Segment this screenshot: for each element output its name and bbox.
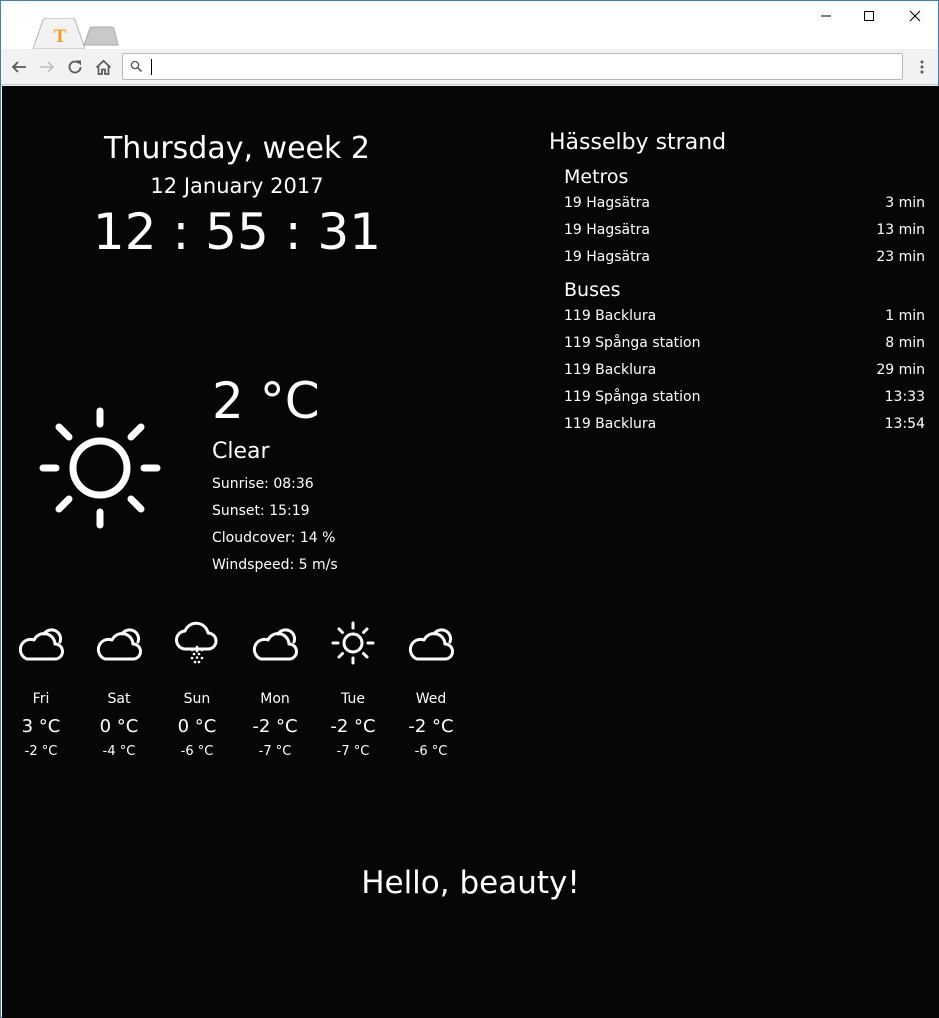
forward-button[interactable] [35, 55, 59, 79]
departure-destination: 119 Backlura [564, 416, 657, 432]
departure-row: 119 Spånga station 13:33 [564, 384, 925, 411]
new-tab-button[interactable] [83, 26, 119, 46]
forecast-day: Mon -2 °C -7 °C [236, 616, 314, 761]
forecast-day-name: Fri [32, 691, 50, 707]
forecast-low: -6 °C [414, 744, 448, 759]
forecast-low: -6 °C [180, 744, 214, 759]
maximize-icon [864, 11, 874, 21]
departure-destination: 119 Backlura [564, 362, 657, 378]
sunset: Sunset: 15:19 [212, 503, 310, 519]
active-tab[interactable]: T [33, 18, 85, 49]
close-button[interactable] [892, 1, 938, 31]
departure-time: 1 min [885, 308, 925, 324]
maximize-button[interactable] [846, 1, 892, 31]
title-bar: T [1, 1, 938, 49]
departure-destination: 119 Spånga station [564, 389, 701, 405]
departure-destination: 19 Hagsätra [564, 249, 650, 265]
departure-row: 119 Spånga station 8 min [564, 330, 925, 357]
forecast-day-name: Mon [260, 691, 290, 707]
departure-time: 13:33 [884, 389, 925, 405]
reload-button[interactable] [63, 55, 87, 79]
home-icon [95, 59, 111, 75]
departure-time: 3 min [885, 195, 925, 211]
partly-cloudy-icon [252, 628, 298, 661]
departure-row: 19 Hagsätra 13 min [564, 217, 925, 244]
forecast-low: -4 °C [102, 744, 136, 759]
departure-destination: 19 Hagsätra [564, 195, 650, 211]
tab-logo: T [54, 26, 67, 47]
forecast-day-name: Wed [415, 691, 447, 707]
partly-cloudy-icon [18, 628, 64, 661]
minimize-icon [821, 15, 831, 17]
forecast-day: Fri 3 °C -2 °C [2, 616, 80, 761]
forecast-high: -2 °C [408, 716, 454, 737]
menu-button[interactable] [911, 55, 933, 79]
departure-row: 119 Backlura 1 min [564, 303, 925, 330]
partly-cloudy-icon [408, 628, 454, 661]
forecast-high: -2 °C [252, 716, 298, 737]
departure-row: 19 Hagsätra 3 min [564, 190, 925, 217]
departure-time: 13:54 [884, 416, 925, 432]
reload-icon [68, 60, 82, 74]
clock: Thursday, week 2 12 January 2017 12 : 55… [62, 126, 412, 264]
date: 12 January 2017 [150, 174, 324, 198]
departure-time: 23 min [876, 249, 925, 265]
more-vert-icon [920, 60, 924, 74]
forecast-day-name: Tue [341, 691, 365, 707]
windspeed: Windspeed: 5 m/s [212, 557, 338, 573]
current-weather: 2 °C Clear Sunrise: 08:36 Sunset: 15:19 … [212, 371, 338, 579]
arrow-right-icon [40, 61, 55, 73]
home-button[interactable] [91, 55, 115, 79]
forecast-day-name: Sat [107, 691, 131, 707]
search-icon [130, 60, 143, 73]
sunrise: Sunrise: 08:36 [212, 476, 314, 492]
sun-icon [331, 621, 375, 665]
forecast-high: 0 °C [99, 716, 139, 737]
address-bar[interactable] [122, 53, 903, 80]
departure-time: 8 min [885, 335, 925, 351]
forecast-day: Sat 0 °C -4 °C [80, 616, 158, 761]
departure-time: 29 min [876, 362, 925, 378]
back-button[interactable] [7, 55, 31, 79]
time: 12 : 55 : 31 [92, 203, 382, 261]
forecast-day: Wed -2 °C -6 °C [392, 616, 470, 761]
address-input[interactable] [153, 56, 893, 77]
mirror-page: Thursday, week 2 12 January 2017 12 : 55… [2, 86, 939, 1018]
departure-row: 119 Backlura 13:54 [564, 411, 925, 438]
forecast-low: -7 °C [336, 744, 370, 759]
snow-icon [175, 621, 218, 664]
departure-time: 13 min [876, 222, 925, 238]
cloudcover: Cloudcover: 14 % [212, 530, 336, 546]
browser-toolbar [1, 49, 938, 85]
departure-destination: 119 Backlura [564, 308, 657, 324]
current-condition: Clear [212, 439, 270, 464]
greeting: Hello, beauty! [361, 865, 580, 901]
forecast-high: 0 °C [177, 716, 217, 737]
forecast-day: Tue -2 °C -7 °C [314, 616, 392, 761]
transit-departures: Hässelby strand Metros 19 Hagsätra 3 min… [549, 128, 925, 438]
forecast-low: -2 °C [24, 744, 58, 759]
forecast-high: -2 °C [330, 716, 376, 737]
station-name: Hässelby strand [549, 130, 727, 155]
arrow-left-icon [11, 61, 26, 73]
current-temperature: 2 °C [212, 372, 320, 430]
partly-cloudy-icon [96, 628, 142, 661]
departure-destination: 19 Hagsätra [564, 222, 650, 238]
sun-icon [39, 407, 161, 529]
buses-title: Buses [564, 279, 621, 301]
minimize-button[interactable] [803, 1, 849, 31]
day-week: Thursday, week 2 [103, 131, 370, 166]
forecast-low: -7 °C [258, 744, 292, 759]
forecast-high: 3 °C [21, 716, 61, 737]
text-cursor [151, 59, 152, 75]
departure-row: 119 Backlura 29 min [564, 357, 925, 384]
metros-title: Metros [564, 166, 629, 188]
forecast-day: Sun 0 °C -6 °C [158, 616, 236, 761]
departure-destination: 119 Spånga station [564, 335, 701, 351]
close-icon [909, 10, 921, 22]
departure-row: 19 Hagsätra 23 min [564, 244, 925, 271]
forecast-day-name: Sun [183, 691, 211, 707]
browser-window: T Thursday, week 2 12 January 2017 12: … [0, 0, 939, 1018]
